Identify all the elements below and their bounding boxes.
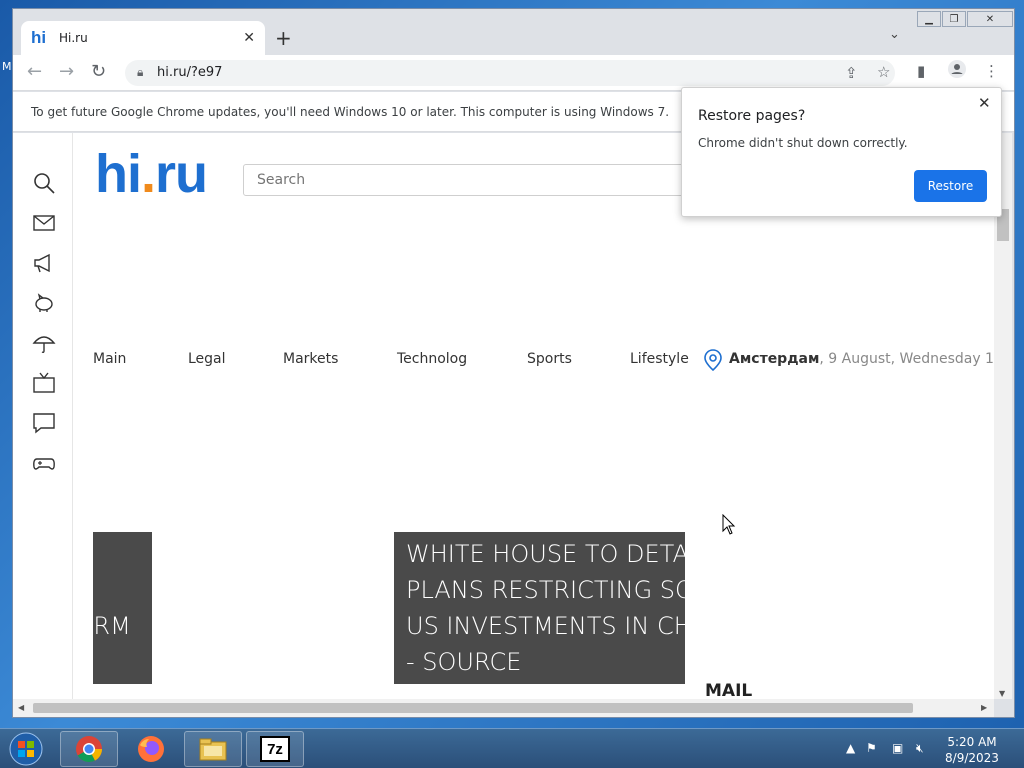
taskbar-file-explorer[interactable] <box>184 731 242 767</box>
tab-hi-ru[interactable]: hi Hi.ru ✕ <box>21 21 265 55</box>
new-tab-button[interactable]: + <box>275 26 292 50</box>
news-card-main[interactable]: WHITE HOUSE TO DETA PLANS RESTRICTING SO… <box>394 532 685 684</box>
tray-volume-muted-icon[interactable]: 🔇︎ <box>916 741 924 756</box>
card-main-line-3: US INVESTMENTS IN CH <box>406 612 685 640</box>
search-icon[interactable] <box>32 171 56 195</box>
nav-sports[interactable]: Sports <box>527 351 572 367</box>
file-explorer-icon <box>199 738 227 761</box>
taskbar: 7z ▲ ⚑ ▣ 🔇︎ 5:20 AM 8/9/2023 <box>0 728 1024 768</box>
7zip-icon: 7z <box>260 736 290 762</box>
profile-icon[interactable] <box>948 60 966 82</box>
start-button-icon[interactable] <box>6 731 46 767</box>
close-window-button[interactable]: ✕ <box>967 11 1013 27</box>
chrome-window: ▁ ❐ ✕ hi Hi.ru ✕ + ⌄ ← → ↻ 🔒︎ hi.ru/?e97… <box>12 8 1015 718</box>
lock-icon: 🔒︎ <box>137 65 144 79</box>
horizontal-scrollbar[interactable]: ◀ ▶ <box>13 699 994 717</box>
nav-legal[interactable]: Legal <box>188 351 226 367</box>
tab-favicon: hi <box>31 28 47 47</box>
location-pin-icon <box>704 349 722 371</box>
forward-arrow-icon[interactable]: → <box>59 61 74 82</box>
date-time: , 9 August, Wednesday 11:18 <box>819 351 994 367</box>
megaphone-icon[interactable] <box>32 251 56 275</box>
window-controls: ▁ ❐ ✕ <box>917 11 1013 27</box>
site-sidebar <box>13 133 73 699</box>
chrome-icon <box>76 736 102 762</box>
tray-expand-icon[interactable]: ▲ <box>846 741 855 755</box>
taskbar-7zip[interactable]: 7z <box>246 731 304 767</box>
location-datetime: Амстердам, 9 August, Wednesday 11:18 <box>729 351 994 367</box>
horizontal-scroll-thumb[interactable] <box>33 703 913 713</box>
chat-icon[interactable] <box>32 411 56 435</box>
scroll-left-arrow-icon[interactable]: ◀ <box>18 703 24 712</box>
site-search-input[interactable] <box>243 164 703 196</box>
nav-main[interactable]: Main <box>93 351 126 367</box>
tab-close-icon[interactable]: ✕ <box>243 30 255 46</box>
site-logo[interactable]: hi.ru <box>95 143 208 205</box>
mail-icon[interactable] <box>32 211 56 235</box>
popup-close-icon[interactable]: ✕ <box>978 94 991 112</box>
tray-clock[interactable]: 5:20 AM 8/9/2023 <box>940 734 1004 766</box>
minimize-button[interactable]: ▁ <box>917 11 941 27</box>
web-page: hi.ru Main Legal Markets Technolog Sport… <box>13 133 994 699</box>
menu-kebab-icon[interactable]: ⋮ <box>984 62 999 80</box>
scroll-down-arrow-icon[interactable]: ▼ <box>999 689 1005 698</box>
tab-search-chevron-icon[interactable]: ⌄ <box>889 27 900 42</box>
tab-title: Hi.ru <box>59 31 88 45</box>
card-left-text: ARM <box>93 612 131 640</box>
tray-network-icon[interactable]: ▣ <box>892 741 903 755</box>
tv-icon[interactable] <box>32 371 56 395</box>
nav-technolog[interactable]: Technolog <box>397 351 467 367</box>
card-main-line-4: - SOURCE <box>406 648 522 676</box>
piggy-bank-icon[interactable] <box>32 291 56 315</box>
nav-markets[interactable]: Markets <box>283 351 338 367</box>
nav-lifestyle[interactable]: Lifestyle <box>630 351 689 367</box>
taskbar-firefox[interactable] <box>122 731 180 767</box>
mail-label[interactable]: MAIL <box>705 681 752 699</box>
infobar-text: To get future Google Chrome updates, you… <box>31 105 670 119</box>
mouse-cursor-icon <box>722 514 736 535</box>
back-arrow-icon[interactable]: ← <box>27 61 42 82</box>
popup-body: Chrome didn't shut down correctly. <box>698 136 908 150</box>
gamepad-icon[interactable] <box>32 451 56 475</box>
restore-pages-popup: Restore pages? Chrome didn't shut down c… <box>681 87 1002 217</box>
url-text[interactable]: hi.ru/?e97 <box>157 65 222 80</box>
city-name: Амстердам <box>729 351 820 367</box>
popup-title: Restore pages? <box>698 108 806 124</box>
share-icon[interactable]: ⇪ <box>845 64 858 82</box>
toolbar: ← → ↻ 🔒︎ hi.ru/?e97 ⇪ ☆ ▮ ⋮ <box>13 55 1014 91</box>
restore-button[interactable]: Restore <box>914 170 987 202</box>
clock-time: 5:20 AM <box>947 735 997 749</box>
scroll-right-arrow-icon[interactable]: ▶ <box>981 703 987 712</box>
bookmark-star-icon[interactable]: ☆ <box>877 63 890 81</box>
card-main-line-1: WHITE HOUSE TO DETA <box>406 540 685 568</box>
address-bar[interactable]: 🔒︎ hi.ru/?e97 ⇪ ☆ <box>125 60 895 86</box>
umbrella-icon[interactable] <box>32 331 56 355</box>
firefox-icon <box>138 736 164 762</box>
tray-security-flag-icon[interactable]: ⚑ <box>866 741 877 755</box>
taskbar-chrome[interactable] <box>60 731 118 767</box>
side-panel-icon[interactable]: ▮ <box>917 62 925 80</box>
clock-date: 8/9/2023 <box>945 751 999 765</box>
news-card-left[interactable]: ARM <box>93 532 152 684</box>
vertical-scrollbar[interactable]: ▼ <box>994 133 1012 699</box>
desktop-edge-text: M <box>2 60 12 73</box>
maximize-button[interactable]: ❐ <box>942 11 966 27</box>
card-main-line-2: PLANS RESTRICTING SO <box>406 576 685 604</box>
reload-icon[interactable]: ↻ <box>91 61 106 82</box>
